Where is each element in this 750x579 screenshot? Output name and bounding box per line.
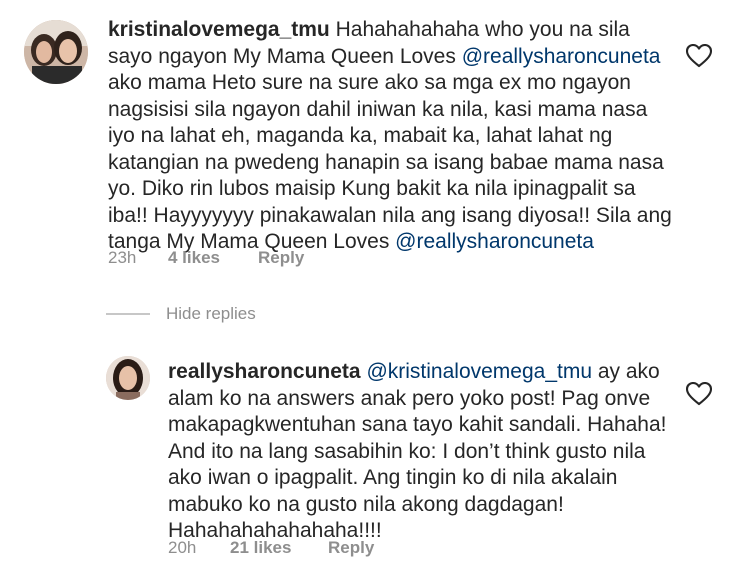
like-heart-icon[interactable]	[686, 44, 712, 68]
comment-text: kristinalovemega_tmu Hahahahahaha who yo…	[108, 17, 678, 256]
avatar-kristinalovemega[interactable]	[24, 20, 88, 84]
reply-button[interactable]: Reply	[328, 538, 374, 558]
mention-link[interactable]: @reallysharoncuneta	[462, 45, 661, 68]
comment-time: 23h	[108, 248, 137, 267]
reply-meta: 20h 21 likes Reply	[168, 538, 374, 558]
reply-username[interactable]: reallysharoncuneta	[168, 360, 361, 383]
reply-text: reallysharoncuneta @kristinalovemega_tmu…	[168, 359, 668, 545]
hide-replies-label: Hide replies	[166, 304, 256, 323]
comment-meta: 23h 4 likes Reply	[108, 248, 304, 268]
likes-count[interactable]: 4 likes	[168, 248, 258, 268]
reply-body: ay ako alam ko na answers anak pero yoko…	[168, 360, 667, 542]
avatar-reallysharoncuneta[interactable]	[106, 356, 150, 400]
like-heart-icon[interactable]	[686, 382, 712, 406]
likes-count[interactable]: 21 likes	[230, 538, 328, 558]
hide-replies-toggle[interactable]: Hide replies	[106, 304, 256, 324]
comment-username[interactable]: kristinalovemega_tmu	[108, 18, 330, 41]
reply-button[interactable]: Reply	[258, 248, 304, 268]
mention-link[interactable]: @reallysharoncuneta	[395, 230, 594, 253]
divider-line	[106, 313, 150, 315]
mention-link[interactable]: @kristinalovemega_tmu	[366, 360, 592, 383]
comment-body-part: ako mama Heto sure na sure ako sa mga ex…	[108, 71, 672, 253]
reply-time: 20h	[168, 538, 197, 557]
